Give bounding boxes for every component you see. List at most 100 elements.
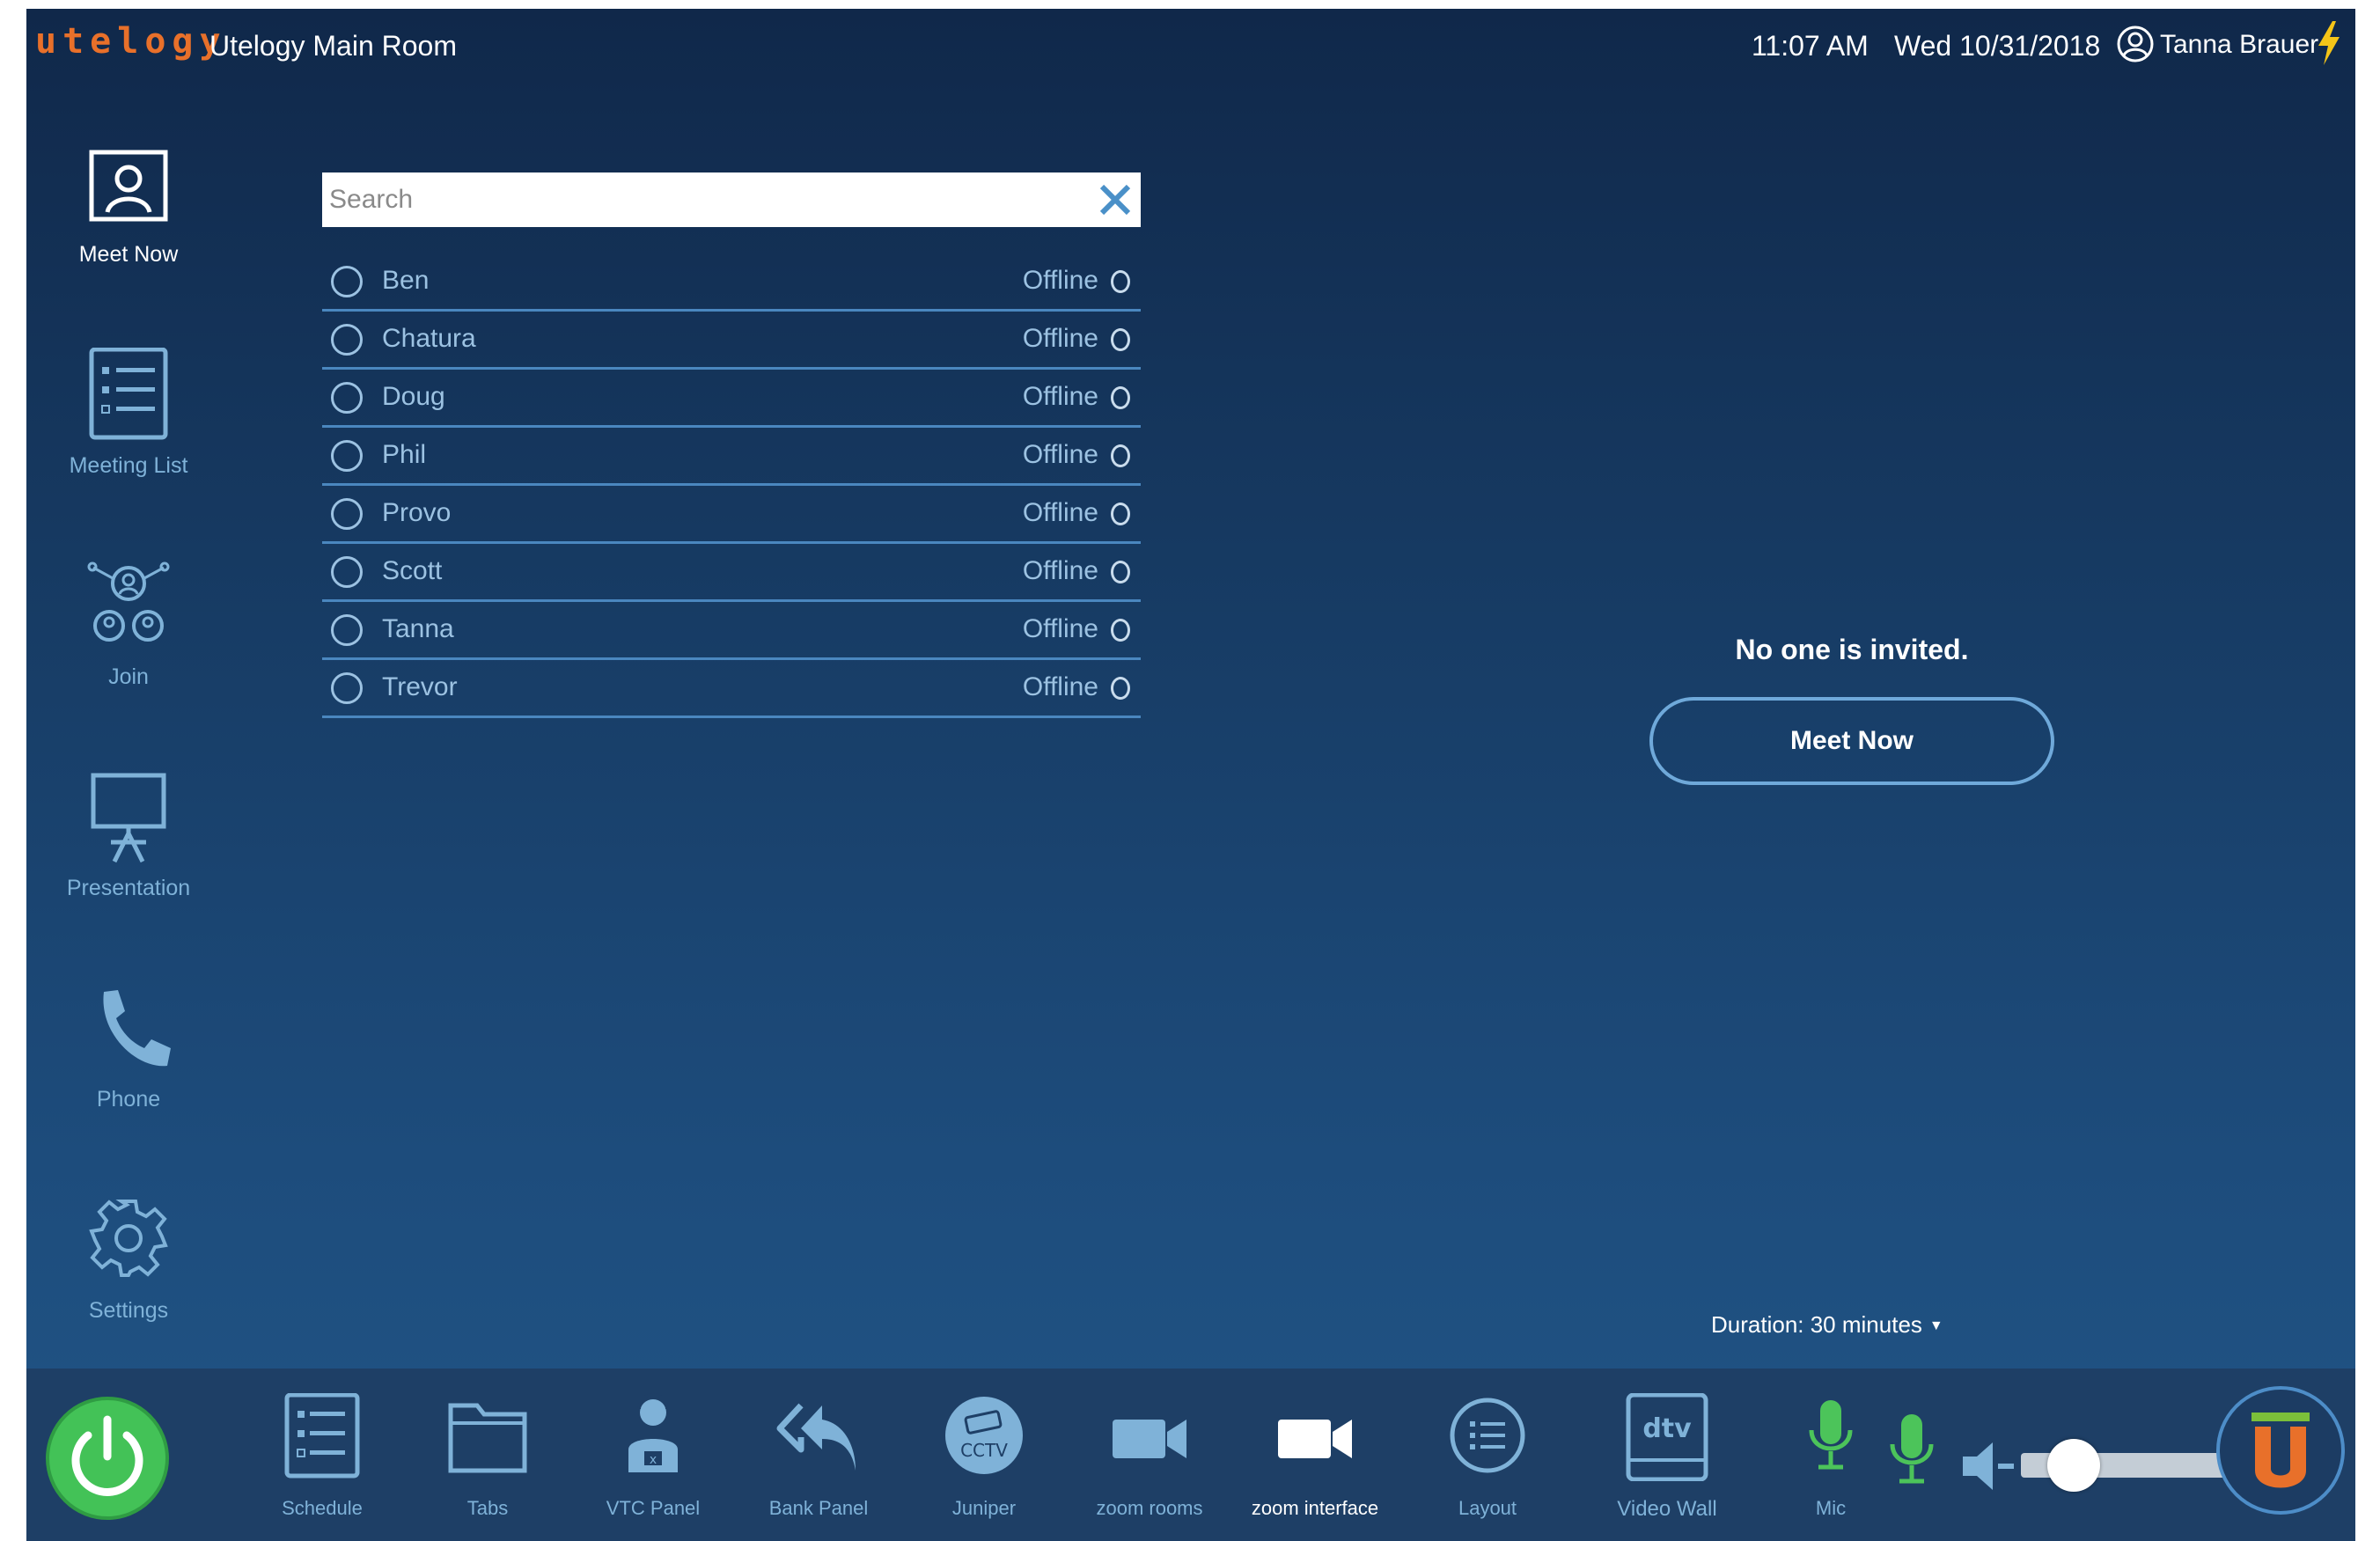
radio-button[interactable] [331, 324, 363, 356]
volume-slider-thumb[interactable] [2047, 1439, 2100, 1492]
status-indicator-icon [1111, 619, 1130, 642]
cctv-camera-icon: CCTV [945, 1397, 1023, 1474]
status-indicator-icon [1111, 503, 1130, 525]
power-icon [71, 1415, 143, 1496]
toolbar-label: Schedule [282, 1497, 363, 1519]
header-bar: utelogy Utelogy Main Room 11:07 AM Wed 1… [26, 9, 2355, 88]
contact-status: Offline [1022, 440, 1098, 469]
toolbar-label: VTC Panel [606, 1497, 701, 1519]
contact-name: Phil [382, 440, 427, 469]
sidebar-item-label: Meet Now [78, 242, 179, 267]
sidebar-item-join[interactable]: Join [26, 559, 231, 735]
contact-name: Chatura [382, 324, 476, 353]
contact-row[interactable]: Chatura Offline [322, 312, 1141, 370]
operator-icon: x [628, 1393, 678, 1472]
toolbar-bank-panel[interactable]: Bank Panel [739, 1393, 898, 1525]
toolbar-label: Video Wall [1617, 1497, 1717, 1521]
contact-status: Offline [1022, 498, 1098, 527]
contact-status: Offline [1022, 266, 1098, 295]
contact-row[interactable]: Phil Offline [322, 428, 1141, 486]
radio-button[interactable] [331, 556, 363, 588]
sidebar-item-label: Join [108, 664, 149, 689]
toolbar-label: Mic [1815, 1497, 1847, 1519]
toolbar-label: zoom rooms [1096, 1497, 1203, 1519]
contact-row[interactable]: Doug Offline [322, 370, 1141, 428]
dtv-icon: dtv [1626, 1393, 1708, 1481]
radio-button[interactable] [331, 614, 363, 646]
toolbar-juniper[interactable]: CCTV Juniper [905, 1393, 1063, 1525]
sidebar-item-phone[interactable]: Phone [26, 981, 231, 1157]
sidebar-item-settings[interactable]: Settings [26, 1192, 231, 1369]
clock-date: Wed 10/31/2018 [1894, 30, 2101, 62]
contact-status: Offline [1022, 324, 1098, 353]
toolbar-video-wall[interactable]: dtv Video Wall [1588, 1393, 1746, 1525]
status-indicator-icon [1111, 270, 1130, 293]
toolbar-tabs[interactable]: Tabs [408, 1393, 567, 1525]
presentation-icon [91, 773, 166, 863]
user-circle-icon[interactable] [2116, 25, 2155, 63]
room-name: Utelogy Main Room [209, 30, 457, 62]
microphone-icon[interactable] [1868, 1407, 1956, 1495]
toolbar-zoom-rooms[interactable]: zoom rooms [1070, 1393, 1229, 1525]
toolbar-vtc-panel[interactable]: x VTC Panel [574, 1393, 732, 1525]
microphone-icon [1809, 1400, 1853, 1470]
contact-status: Offline [1022, 382, 1098, 411]
utelogy-home-button[interactable] [2216, 1386, 2345, 1515]
app-window: utelogy Utelogy Main Room 11:07 AM Wed 1… [26, 9, 2355, 1541]
radio-button[interactable] [331, 382, 363, 414]
toolbar-label: Tabs [466, 1497, 509, 1519]
meet-now-button[interactable]: Meet Now [1649, 697, 2054, 785]
contact-name: Doug [382, 382, 445, 411]
contact-row[interactable]: Provo Offline [322, 486, 1141, 544]
speaker-volume-down-icon[interactable] [1958, 1435, 2019, 1497]
dtv-badge: dtv [1642, 1413, 1692, 1444]
gear-icon [89, 1200, 168, 1277]
video-camera-icon [1278, 1420, 1352, 1458]
duration-dropdown[interactable]: Duration: 30 minutes ▼ [1711, 1311, 1943, 1339]
sidebar-item-presentation[interactable]: Presentation [26, 770, 231, 946]
utelogy-u-logo-icon [2251, 1413, 2310, 1488]
utelogy-logo: utelogy [35, 21, 227, 62]
status-indicator-icon [1111, 444, 1130, 467]
contact-status: Offline [1022, 614, 1098, 643]
radio-button[interactable] [331, 498, 363, 530]
radio-button[interactable] [331, 672, 363, 704]
toolbar-label: zoom interface [1251, 1497, 1379, 1519]
toolbar-zoom-interface[interactable]: zoom interface [1236, 1393, 1394, 1525]
close-icon[interactable] [1097, 181, 1134, 218]
join-icon [87, 561, 170, 642]
search-box [322, 172, 1141, 227]
contact-row[interactable]: Trevor Offline [322, 660, 1141, 718]
sidebar-item-meeting-list[interactable]: Meeting List [26, 348, 231, 524]
toolbar-schedule[interactable]: Schedule [243, 1393, 401, 1525]
list-circle-icon [1450, 1398, 1525, 1473]
status-indicator-icon [1111, 328, 1130, 351]
contact-name: Scott [382, 556, 443, 585]
lightning-bolt-icon [2318, 21, 2340, 65]
reply-all-icon [776, 1403, 856, 1471]
volume-slider[interactable] [2021, 1439, 2232, 1492]
duration-label: Duration: 30 minutes [1711, 1311, 1922, 1338]
no-invite-message: No one is invited. [1735, 634, 1969, 665]
power-button[interactable] [46, 1397, 169, 1520]
sidebar-item-label: Presentation [66, 876, 191, 900]
contact-name: Ben [382, 266, 430, 295]
schedule-icon [284, 1393, 360, 1479]
sidebar-item-meet-now[interactable]: Meet Now [26, 136, 231, 312]
contact-row[interactable]: Scott Offline [322, 544, 1141, 602]
radio-button[interactable] [331, 440, 363, 472]
video-camera-icon [1113, 1420, 1186, 1458]
toolbar-layout[interactable]: Layout [1408, 1393, 1567, 1525]
contact-row[interactable]: Tanna Offline [322, 602, 1141, 660]
contact-row[interactable]: Ben Offline [322, 253, 1141, 312]
user-name[interactable]: Tanna Brauer [2160, 30, 2318, 60]
status-indicator-icon [1111, 386, 1130, 409]
meeting-list-icon [89, 348, 168, 440]
search-input[interactable] [329, 172, 1086, 227]
status-indicator-icon [1111, 561, 1130, 583]
sidebar-item-label: Settings [88, 1298, 169, 1323]
toolbar-label: Juniper [951, 1497, 1017, 1519]
radio-button[interactable] [331, 266, 363, 297]
meet-now-icon [89, 150, 168, 222]
sidebar-item-label: Phone [96, 1087, 161, 1112]
